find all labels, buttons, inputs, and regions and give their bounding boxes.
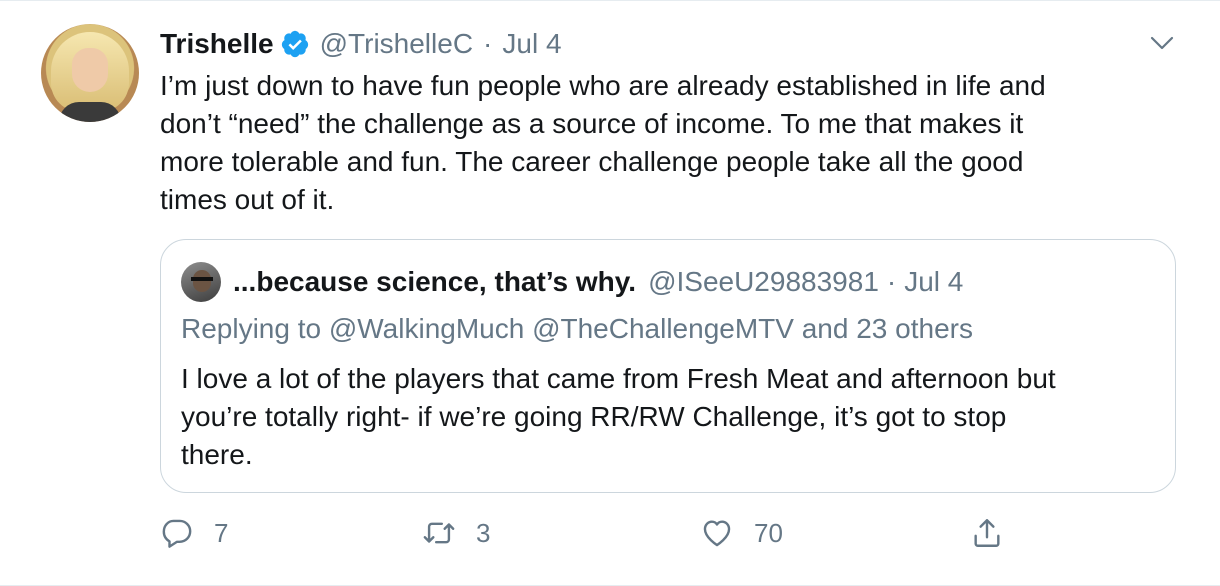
quoted-tweet-header: ...because science, that’s why. @ISeeU29… — [233, 262, 963, 302]
author-handle[interactable]: @TrishelleC — [320, 28, 473, 60]
reply-icon — [162, 519, 192, 548]
separator-dot: · — [886, 266, 897, 297]
heart-icon — [703, 520, 731, 547]
replying-to-line: Replying to @WalkingMuch @TheChallengeMT… — [181, 313, 973, 344]
tweet-header: Trishelle @TrishelleC · Jul 4 — [160, 25, 562, 63]
quoted-tweet-text: I love a lot of the players that came fr… — [181, 363, 1056, 470]
verified-badge-icon — [280, 29, 310, 59]
like-button[interactable]: 70 — [700, 513, 783, 553]
reply-button[interactable]: 7 — [160, 513, 228, 553]
tweet-date[interactable]: Jul 4 — [502, 28, 561, 60]
tweet-card[interactable]: Trishelle @TrishelleC · Jul 4 I’m just d… — [0, 0, 1220, 586]
author-name[interactable]: Trishelle — [160, 28, 274, 60]
chevron-down-icon[interactable] — [1148, 31, 1176, 55]
separator-dot: · — [483, 28, 493, 59]
quoted-author-name: ...because science, that’s why. — [233, 266, 637, 297]
retweet-button[interactable]: 3 — [422, 513, 490, 553]
tweet-actions: 7 3 70 — [160, 513, 1160, 553]
quoted-tweet-date: Jul 4 — [904, 266, 964, 297]
retweet-icon — [423, 522, 455, 544]
quoted-author-avatar[interactable] — [181, 262, 221, 302]
author-avatar[interactable] — [41, 24, 139, 122]
like-count: 70 — [754, 517, 783, 548]
share-button[interactable] — [970, 513, 1004, 553]
reply-count: 7 — [214, 517, 229, 548]
share-icon — [974, 519, 1000, 547]
quoted-tweet[interactable]: ...because science, that’s why. @ISeeU29… — [160, 239, 1176, 493]
retweet-count: 3 — [476, 517, 491, 548]
quoted-author-handle: @ISeeU29883981 — [648, 266, 879, 297]
tweet-text: I’m just down to have fun people who are… — [160, 70, 1046, 215]
